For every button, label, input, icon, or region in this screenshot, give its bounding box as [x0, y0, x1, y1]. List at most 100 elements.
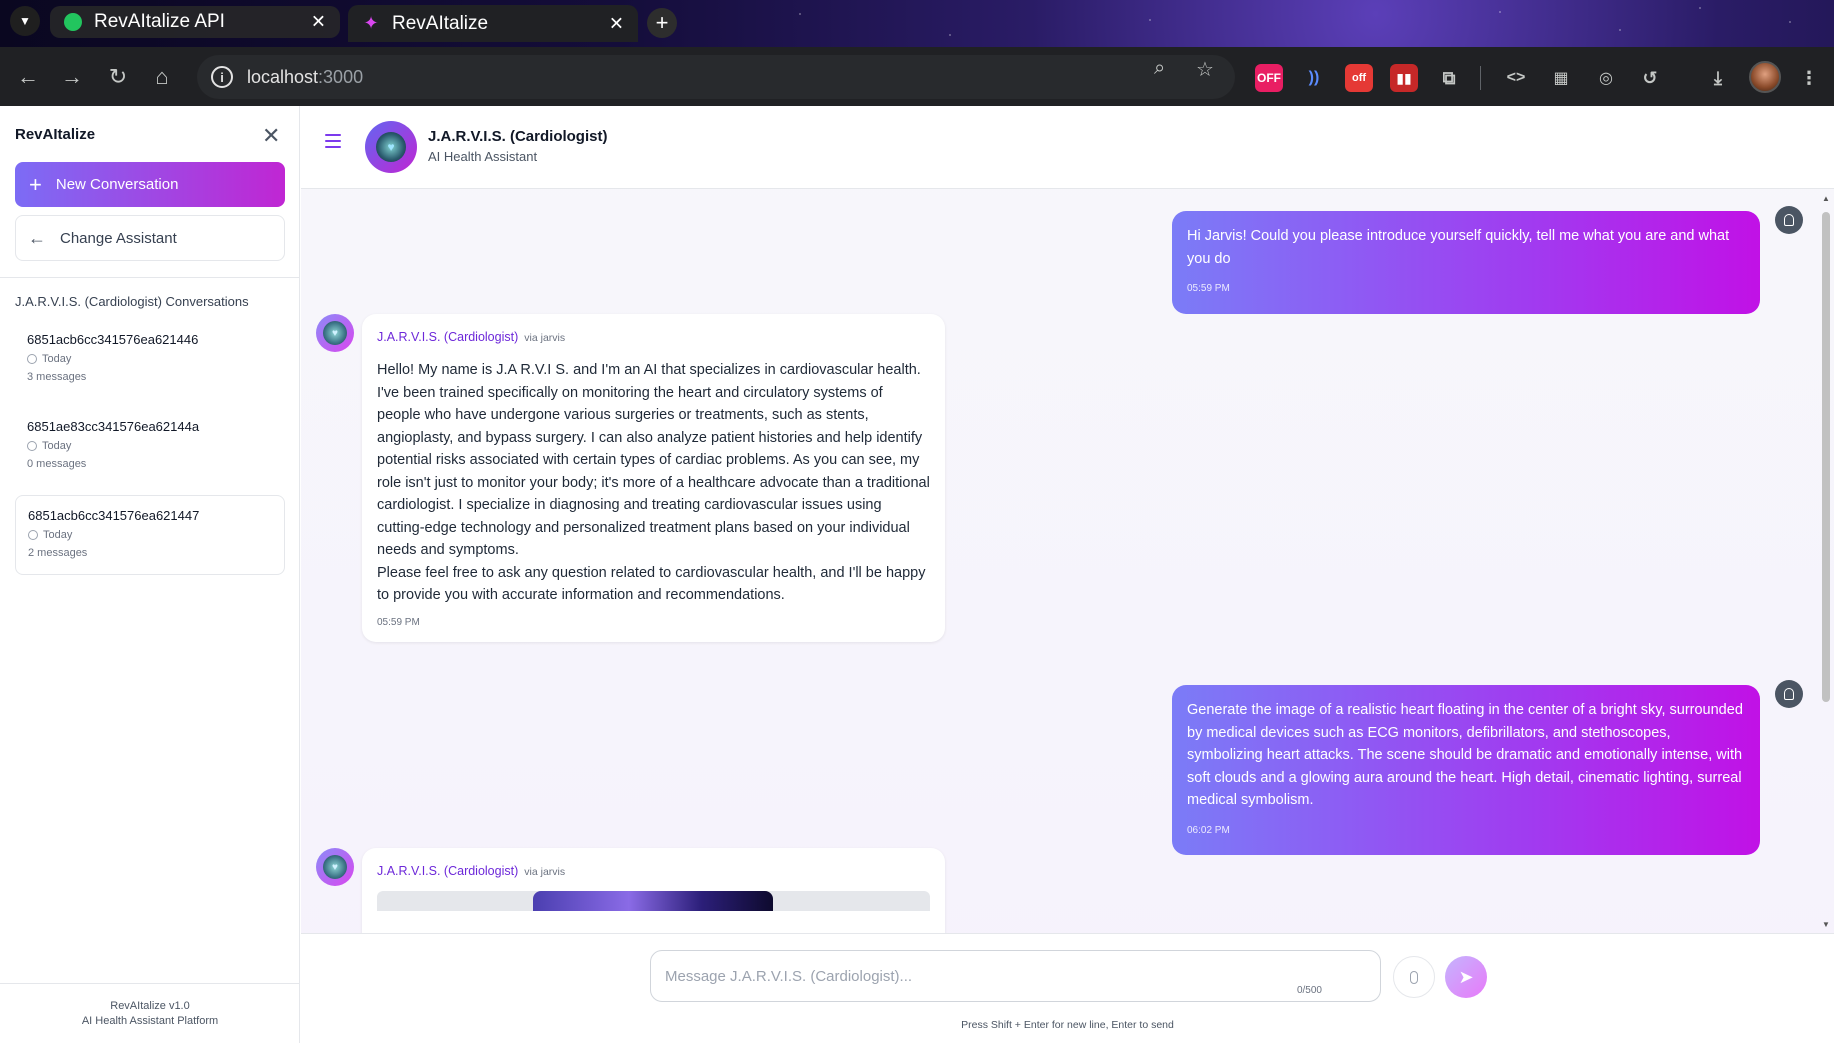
clock-icon	[27, 354, 37, 364]
clock-icon	[27, 441, 37, 451]
clock-icon	[28, 530, 38, 540]
app-version: RevAItalize v1.0	[110, 1000, 190, 1012]
history-icon[interactable]: ↺	[1636, 64, 1664, 92]
generated-image[interactable]	[377, 891, 930, 911]
forward-icon[interactable]: →	[58, 63, 86, 91]
sender-via: via jarvis	[524, 866, 566, 878]
message-text: Generate the image of a realistic heart …	[1187, 702, 1743, 808]
message-text: Hi Jarvis! Could you please introduce yo…	[1187, 228, 1730, 267]
microphone-button[interactable]	[1393, 956, 1435, 998]
change-assistant-button[interactable]: ← Change Assistant	[15, 215, 285, 261]
url-text: localhost:3000	[247, 66, 364, 87]
new-conversation-button[interactable]: + New Conversation	[15, 162, 285, 207]
back-icon[interactable]: ←	[14, 63, 42, 91]
browser-menu-icon[interactable]: ⋮	[1795, 64, 1823, 92]
assistant-message: J.A.R.V.I.S. (Cardiologist) via jarvis He…	[362, 314, 945, 642]
conversations-heading: J.A.R.V.I.S. (Cardiologist) Conversation…	[15, 294, 249, 309]
address-bar[interactable]: i localhost:3000	[197, 55, 1235, 99]
message-scrollbar[interactable]: ▲ ▼	[1820, 190, 1832, 933]
extension-off-icon[interactable]: off	[1345, 64, 1373, 92]
conversation-id: 6851ae83cc341576ea62144a	[27, 419, 200, 434]
change-assistant-label: Change Assistant	[60, 229, 177, 247]
conversation-id: 6851acb6cc341576ea621446	[27, 332, 199, 347]
globe-favicon-icon	[64, 13, 82, 31]
character-counter: 0/500	[1296, 985, 1322, 996]
user-avatar-icon	[1775, 206, 1803, 234]
browser-tab-strip: ▼ RevAItalize API ✕ ✦ RevAItalize ✕ +	[0, 0, 1834, 47]
zoom-icon[interactable]: ⌕	[1154, 57, 1165, 80]
assistant-role: AI Health Assistant	[428, 149, 538, 164]
tab-title: RevAItalize	[392, 12, 489, 34]
conversation-message-count: 0 messages	[27, 458, 87, 470]
composer-hint: Press Shift + Enter for new line, Enter …	[961, 1019, 1174, 1031]
user-avatar-icon	[1775, 680, 1803, 708]
heart-shield-icon: ♥	[323, 321, 347, 345]
close-tab-icon[interactable]: ✕	[311, 12, 326, 33]
heart-shield-icon: ♥	[376, 132, 406, 162]
send-button[interactable]: ➤	[1445, 956, 1487, 998]
sender-name: J.A.R.V.I.S. (Cardiologist)	[377, 330, 519, 344]
profile-avatar[interactable]	[1749, 61, 1781, 93]
assistant-avatar: ♥	[365, 121, 417, 173]
download-icon[interactable]: ⤓	[1704, 64, 1732, 92]
chat-header: ♥ J.A.R.V.I.S. (Cardiologist) AI Health …	[301, 106, 1834, 189]
assistant-avatar: ♥	[316, 314, 354, 352]
sidebar-footer: RevAItalize v1.0 AI Health Assistant Pla…	[0, 999, 300, 1029]
arrow-left-icon: ←	[28, 227, 46, 248]
conversation-date: Today	[43, 529, 73, 541]
extension-audio-icon[interactable]: ))	[1300, 64, 1328, 92]
extension-off-badge[interactable]: OFF	[1255, 64, 1283, 92]
sender-via: via jarvis	[524, 332, 566, 344]
site-info-icon[interactable]: i	[211, 66, 233, 88]
chat-main: ♥ J.A.R.V.I.S. (Cardiologist) AI Health …	[301, 106, 1834, 1043]
close-sidebar-icon[interactable]: ✕	[262, 123, 280, 149]
tab-title: RevAItalize API	[94, 11, 225, 32]
assistant-message: J.A.R.V.I.S. (Cardiologist) via jarvis	[362, 848, 945, 933]
code-icon[interactable]: <>	[1502, 64, 1530, 92]
assistant-name: J.A.R.V.I.S. (Cardiologist)	[428, 128, 608, 145]
app-root: RevAItalize ✕ + New Conversation ← Chang…	[0, 106, 1834, 1043]
app-tagline: AI Health Assistant Platform	[81, 1015, 219, 1027]
tab-search-button[interactable]: ▼	[10, 6, 40, 36]
user-message: Hi Jarvis! Could you please introduce yo…	[1172, 211, 1760, 314]
close-tab-icon[interactable]: ✕	[609, 13, 624, 34]
send-icon: ➤	[1458, 966, 1474, 987]
composer: 0/500 ➤ Press Shift + Enter for new line…	[301, 933, 1834, 1043]
conversation-item[interactable]: 6851acb6cc341576ea621446 Today 3 message…	[15, 320, 285, 400]
conversation-item[interactable]: 6851ae83cc341576ea62144a Today 0 message…	[15, 407, 285, 487]
home-icon[interactable]: ⌂	[148, 63, 176, 91]
message-time: 05:59 PM	[377, 616, 420, 628]
microphone-icon	[1410, 970, 1418, 984]
conversation-message-count: 2 messages	[28, 547, 88, 559]
message-text: Hello! My name is J.A R.V.I S. and I'm a…	[377, 362, 930, 603]
reload-icon[interactable]: ↻	[104, 63, 132, 91]
message-input[interactable]	[665, 963, 1345, 989]
conversation-date: Today	[42, 440, 72, 452]
browser-tab-api[interactable]: RevAItalize API ✕	[50, 6, 340, 38]
conversation-message-count: 3 messages	[27, 371, 87, 383]
message-time: 05:59 PM	[1187, 283, 1230, 294]
new-conversation-label: New Conversation	[55, 176, 179, 193]
sender-name: J.A.R.V.I.S. (Cardiologist)	[377, 864, 519, 878]
new-tab-button[interactable]: +	[647, 8, 677, 38]
sidebar-title: RevAItalize	[15, 126, 96, 143]
menu-icon[interactable]	[325, 134, 341, 148]
heart-shield-icon: ♥	[323, 855, 347, 879]
conversation-date: Today	[42, 353, 72, 365]
screenshot-icon[interactable]: ◎	[1592, 64, 1620, 92]
message-time: 06:02 PM	[1187, 824, 1230, 836]
message-input-box[interactable]: 0/500	[650, 950, 1381, 1002]
extension-reader-icon[interactable]: ▮▮	[1390, 64, 1418, 92]
bookmark-star-icon[interactable]: ☆	[1196, 57, 1214, 82]
plus-icon: +	[29, 171, 42, 197]
assistant-avatar: ♥	[316, 848, 354, 886]
browser-tab-app[interactable]: ✦ RevAItalize ✕	[348, 5, 638, 42]
conversation-id: 6851acb6cc341576ea621447	[28, 508, 200, 523]
extensions-puzzle-icon[interactable]: ⧉	[1435, 64, 1463, 92]
side-panel-icon[interactable]: ▦	[1547, 64, 1575, 92]
conversation-item-selected[interactable]: 6851acb6cc341576ea621447 Today 2 message…	[15, 495, 285, 575]
sparkle-favicon-icon: ✦	[363, 13, 379, 33]
message-list[interactable]: Hi Jarvis! Could you please introduce yo…	[301, 190, 1834, 933]
user-message: Generate the image of a realistic heart …	[1172, 685, 1760, 855]
sidebar: RevAItalize ✕ + New Conversation ← Chang…	[0, 106, 300, 1043]
